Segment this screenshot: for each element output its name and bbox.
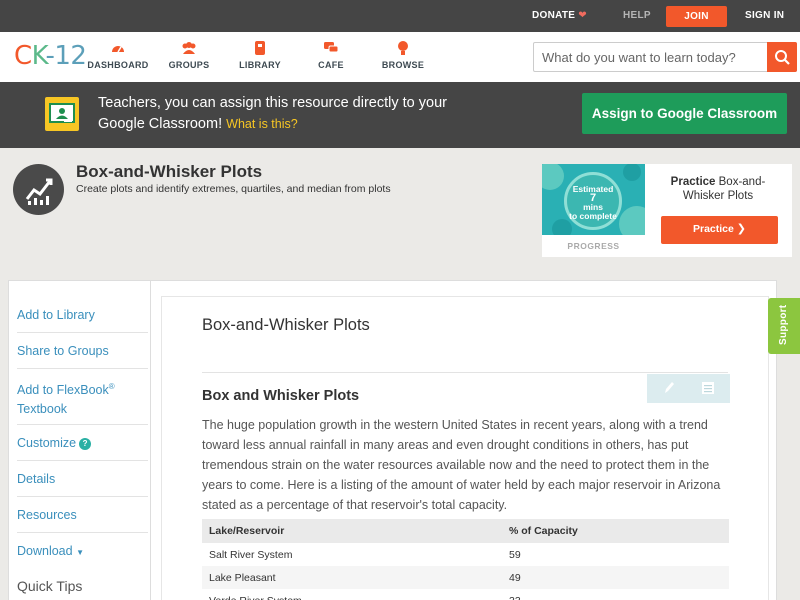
progress-label: PROGRESS xyxy=(567,241,620,251)
nav-groups[interactable]: GROUPS xyxy=(166,40,212,70)
add-to-flexbook-label: Add to FlexBook xyxy=(17,383,109,398)
share-to-groups-label: Share to Groups xyxy=(17,344,109,358)
estimated-time-badge: Estimated 7 mins to complete xyxy=(564,172,622,230)
table-cell: Verde River System xyxy=(202,589,502,600)
nav-browse[interactable]: BROWSE xyxy=(381,40,425,70)
download-label: Download xyxy=(17,544,73,558)
intro-paragraph: The huge population growth in the wester… xyxy=(202,418,721,512)
table-row: Verde River System 33 xyxy=(202,589,729,600)
assign-google-classroom-button[interactable]: Assign to Google Classroom xyxy=(582,93,787,134)
practice-button[interactable]: Practice ❯ xyxy=(661,216,778,244)
add-to-flexbook-link[interactable]: Add to FlexBook® Textbook xyxy=(17,369,148,425)
concept-title: Box-and-Whisker Plots xyxy=(76,162,263,181)
details-link[interactable]: Details xyxy=(17,461,148,497)
nav-library[interactable]: LIBRARY xyxy=(238,40,282,70)
dashboard-gauge-icon xyxy=(112,46,124,53)
nav-groups-label: GROUPS xyxy=(168,60,210,70)
table-header-reservoir: Lake/Reservoir xyxy=(202,519,502,543)
divider xyxy=(202,372,728,373)
practice-title: Practice Box-and-Whisker Plots xyxy=(655,175,781,203)
table-cell: Salt River System xyxy=(209,548,293,561)
ck12-logo[interactable]: CK-12 xyxy=(14,41,87,71)
nav-browse-label: BROWSE xyxy=(381,60,425,70)
resources-label: Resources xyxy=(17,508,77,522)
nav-dashboard[interactable]: DASHBOARD xyxy=(86,40,150,70)
logo-12: -12 xyxy=(45,41,87,71)
search-button[interactable] xyxy=(767,42,797,72)
annotation-toolbar xyxy=(647,374,730,403)
groups-people-icon xyxy=(182,42,196,54)
caret-down-icon: ▼ xyxy=(76,548,84,557)
nav-cafe[interactable]: CAFE xyxy=(315,40,347,70)
what-is-this-link[interactable]: What is this? xyxy=(226,117,298,131)
help-link[interactable]: HELP xyxy=(623,0,651,32)
chevron-right-icon: ❯ xyxy=(736,223,746,235)
logo-c: C xyxy=(14,41,32,71)
add-to-library-link[interactable]: Add to Library xyxy=(17,297,148,333)
heart-icon: ❤ xyxy=(578,10,587,21)
registered-mark: ® xyxy=(108,382,115,391)
reading-title: Box-and-Whisker Plots xyxy=(202,316,370,334)
table-row: Salt River System 59 xyxy=(202,543,729,566)
sign-in-link[interactable]: SIGN IN xyxy=(745,0,784,32)
table-header-row: Lake/Reservoir % of Capacity xyxy=(202,519,729,543)
cafe-chat-icon xyxy=(324,42,339,53)
resources-link[interactable]: Resources xyxy=(17,497,148,533)
search-input[interactable] xyxy=(542,49,762,66)
concept-subtitle: Create plots and identify extremes, quar… xyxy=(76,183,391,195)
table-cell: Lake Pleasant xyxy=(202,566,502,589)
support-label: Support xyxy=(778,304,789,345)
classroom-message: Teachers, you can assign this resource d… xyxy=(98,93,458,135)
pencil-icon[interactable] xyxy=(662,380,676,396)
logo-k: K xyxy=(31,41,46,71)
reservoir-table: Lake/Reservoir % of Capacity Salt River … xyxy=(202,519,729,600)
estimate-complete: to complete xyxy=(569,211,617,221)
help-question-icon[interactable]: ? xyxy=(79,438,92,450)
concept-chart-icon xyxy=(13,164,64,215)
donate-link[interactable]: DONATE ❤ xyxy=(532,0,587,32)
table-cell: 33 xyxy=(502,589,729,600)
practice-title-bold: Practice xyxy=(670,176,716,188)
customize-label: Customize xyxy=(17,436,77,450)
add-to-library-label: Add to Library xyxy=(17,308,95,322)
share-to-groups-link[interactable]: Share to Groups xyxy=(17,333,148,369)
textbook-label: Textbook xyxy=(17,402,68,417)
search-box xyxy=(533,42,797,72)
sidebar: Add to Library Share to Groups Add to Fl… xyxy=(8,280,151,600)
table-header-capacity: % of Capacity xyxy=(502,519,729,543)
table-cell: 59 xyxy=(509,548,521,561)
nav-library-label: LIBRARY xyxy=(239,60,281,70)
library-book-icon xyxy=(255,41,265,55)
table-row: Lake Pleasant 49 xyxy=(202,566,729,589)
notes-icon[interactable] xyxy=(701,380,715,396)
browse-bulb-icon xyxy=(398,41,408,55)
nav-dashboard-label: DASHBOARD xyxy=(87,60,149,70)
section-heading: Box and Whisker Plots xyxy=(202,388,360,404)
join-button[interactable]: JOIN xyxy=(666,6,727,27)
google-classroom-icon xyxy=(45,97,79,131)
customize-link[interactable]: Customize? xyxy=(17,425,148,461)
support-tab[interactable]: Support xyxy=(768,298,800,354)
search-icon xyxy=(775,50,790,65)
table-cell: 49 xyxy=(502,566,729,589)
practice-button-label: Practice xyxy=(692,223,734,235)
quick-tips-heading: Quick Tips xyxy=(17,578,83,594)
details-label: Details xyxy=(17,472,56,486)
donate-label: DONATE xyxy=(532,10,576,21)
nav-cafe-label: CAFE xyxy=(318,60,344,70)
top-utility-bar: DONATE ❤ HELP JOIN SIGN IN xyxy=(0,0,800,32)
download-link[interactable]: Download ▼ xyxy=(17,533,148,569)
